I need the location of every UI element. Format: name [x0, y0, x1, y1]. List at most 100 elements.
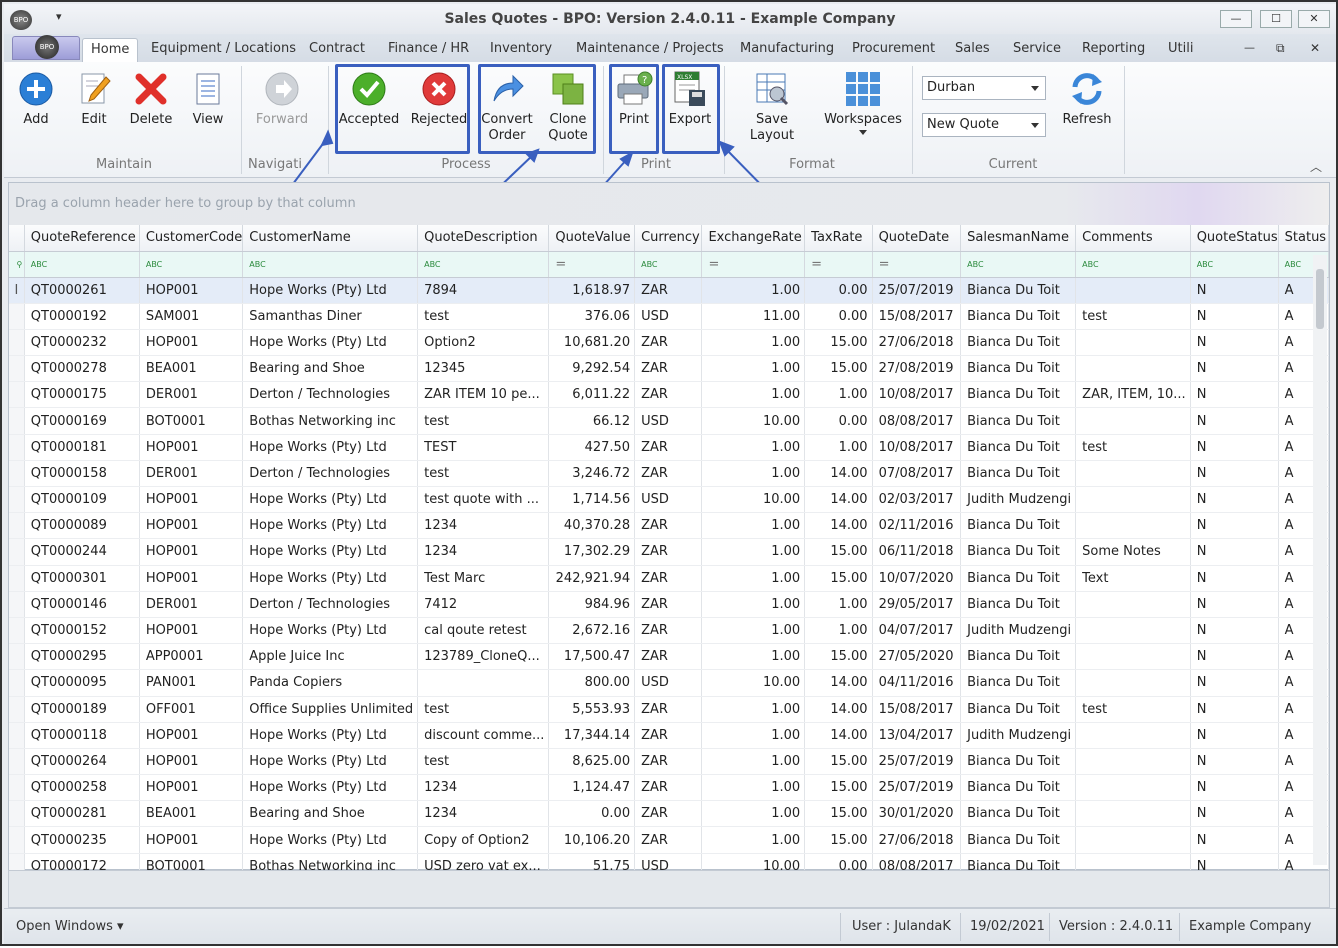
table-cell[interactable]: 3,246.72 — [548, 460, 636, 488]
table-cell[interactable]: 1.00 — [701, 800, 806, 828]
table-cell[interactable]: N — [1190, 460, 1279, 488]
table-cell[interactable]: QT0000158 — [24, 460, 140, 488]
table-cell[interactable]: 0.00 — [804, 303, 873, 330]
table-cell[interactable]: 9,292.54 — [548, 355, 636, 383]
table-cell[interactable]: 10.00 — [701, 669, 806, 697]
table-cell[interactable]: HOP001 — [139, 722, 244, 749]
table-row[interactable]: QT0000189 OFF001 Office Supplies Unlimited… — [9, 696, 1330, 723]
table-cell[interactable] — [1075, 748, 1191, 776]
table-row[interactable]: QT0000089 HOP001 Hope Works (Pty) Ltd 1234 4… — [9, 512, 1330, 540]
table-cell[interactable]: 1.00 — [701, 774, 806, 802]
row-indicator[interactable] — [9, 303, 25, 330]
table-cell[interactable]: Bianca Du Toit — [960, 696, 1077, 723]
table-cell[interactable]: 1.00 — [701, 512, 806, 540]
table-cell[interactable]: TEST — [417, 434, 550, 461]
table-cell[interactable]: QT0000189 — [24, 696, 140, 723]
table-row[interactable]: QT0000244 HOP001 Hope Works (Pty) Ltd 1234 1… — [9, 538, 1330, 566]
table-cell[interactable]: Bianca Du Toit — [960, 407, 1077, 435]
table-cell[interactable]: test — [1075, 434, 1191, 461]
table-cell[interactable]: 04/11/2016 — [872, 669, 962, 697]
table-cell[interactable]: 6,011.22 — [548, 381, 636, 409]
table-row[interactable]: QT0000301 HOP001 Hope Works (Pty) Ltd Test … — [9, 565, 1330, 592]
column-header[interactable]: QuoteValue — [548, 225, 636, 252]
column-header[interactable]: Comments — [1075, 225, 1191, 252]
row-indicator[interactable] — [9, 407, 25, 435]
filter-cell[interactable]: ABC — [24, 251, 140, 278]
save-layout-button[interactable]: Save Layout — [732, 70, 812, 144]
add-button[interactable]: Add — [14, 70, 58, 128]
table-cell[interactable]: ZAR — [634, 800, 703, 828]
table-cell[interactable]: Bianca Du Toit — [960, 512, 1077, 540]
table-cell[interactable]: Bianca Du Toit — [960, 303, 1077, 330]
table-cell[interactable]: N — [1190, 669, 1279, 697]
table-cell[interactable]: 27/06/2018 — [872, 826, 962, 854]
table-cell[interactable]: Office Supplies Unlimited — [242, 696, 419, 723]
scrollbar-thumb[interactable] — [1316, 269, 1324, 329]
table-cell[interactable]: 02/11/2016 — [872, 512, 962, 540]
table-cell[interactable]: N — [1190, 643, 1279, 671]
table-cell[interactable]: OFF001 — [139, 696, 244, 723]
table-cell[interactable]: 15.00 — [804, 800, 873, 828]
table-cell[interactable]: N — [1190, 826, 1279, 854]
table-cell[interactable]: 1234 — [417, 774, 550, 802]
vertical-scrollbar[interactable] — [1313, 255, 1327, 865]
table-cell[interactable]: ZAR — [634, 722, 703, 749]
table-row[interactable]: I QT0000261 HOP001 Hope Works (Pty) Ltd 7894… — [9, 277, 1330, 304]
table-cell[interactable]: ZAR — [634, 643, 703, 671]
table-cell[interactable]: APP0001 — [139, 643, 244, 671]
column-header[interactable]: Status — [1278, 225, 1330, 252]
table-cell[interactable]: 27/05/2020 — [872, 643, 962, 671]
table-cell[interactable]: N — [1190, 407, 1279, 435]
row-indicator[interactable] — [9, 617, 25, 645]
table-cell[interactable]: QT0000109 — [24, 486, 140, 514]
table-cell[interactable]: test — [417, 696, 550, 723]
table-cell[interactable]: PAN001 — [139, 669, 244, 697]
table-cell[interactable]: N — [1190, 722, 1279, 749]
table-cell[interactable]: BEA001 — [139, 355, 244, 383]
column-header[interactable]: SalesmanName — [960, 225, 1077, 252]
column-header[interactable]: Currency — [634, 225, 703, 252]
table-cell[interactable]: QT0000244 — [24, 538, 140, 566]
table-cell[interactable]: 12345 — [417, 355, 550, 383]
table-cell[interactable]: HOP001 — [139, 538, 244, 566]
table-cell[interactable]: 17,344.14 — [548, 722, 636, 749]
table-cell[interactable]: N — [1190, 617, 1279, 645]
table-cell[interactable] — [1075, 669, 1191, 697]
table-cell[interactable]: Text — [1075, 565, 1191, 592]
table-cell[interactable]: Hope Works (Pty) Ltd — [242, 748, 419, 776]
table-cell[interactable]: 27/08/2019 — [872, 355, 962, 383]
table-cell[interactable]: 1.00 — [701, 748, 806, 776]
table-cell[interactable]: 08/08/2017 — [872, 407, 962, 435]
tab-reporting[interactable]: Reporting — [1082, 41, 1145, 56]
table-cell[interactable]: ZAR — [634, 748, 703, 776]
table-cell[interactable]: 15/08/2017 — [872, 303, 962, 330]
table-cell[interactable]: 1.00 — [701, 277, 806, 304]
table-cell[interactable]: QT0000118 — [24, 722, 140, 749]
table-row[interactable]: QT0000169 BOT0001 Bothas Networking inc tes… — [9, 407, 1330, 435]
table-cell[interactable]: N — [1190, 748, 1279, 776]
table-cell[interactable]: QT0000235 — [24, 826, 140, 854]
table-row[interactable]: QT0000192 SAM001 Samanthas Diner test 376.06… — [9, 303, 1330, 330]
filter-cell[interactable]: ABC — [634, 251, 703, 278]
collapse-ribbon-icon[interactable]: ︿ — [1310, 158, 1322, 175]
table-cell[interactable]: 10/07/2020 — [872, 565, 962, 592]
table-row[interactable]: QT0000295 APP0001 Apple Juice Inc 123789_Cl… — [9, 643, 1330, 671]
table-cell[interactable]: test — [417, 460, 550, 488]
mdi-minimize-button[interactable]: — — [1244, 41, 1255, 54]
table-cell[interactable]: 1,714.56 — [548, 486, 636, 514]
table-cell[interactable]: HOP001 — [139, 748, 244, 776]
site-select[interactable]: Durban — [922, 76, 1046, 100]
tab-inventory[interactable]: Inventory — [490, 41, 552, 56]
table-cell[interactable]: 1.00 — [701, 591, 806, 618]
table-cell[interactable]: 17,302.29 — [548, 538, 636, 566]
table-cell[interactable]: N — [1190, 355, 1279, 383]
table-cell[interactable]: Bianca Du Toit — [960, 748, 1077, 776]
table-cell[interactable]: 15/08/2017 — [872, 696, 962, 723]
table-cell[interactable]: Hope Works (Pty) Ltd — [242, 722, 419, 749]
table-cell[interactable]: BOT0001 — [139, 407, 244, 435]
filter-cell[interactable]: = — [701, 251, 806, 278]
table-cell[interactable]: 123789_CloneQ... — [417, 643, 550, 671]
minimize-button[interactable]: — — [1220, 10, 1252, 28]
table-cell[interactable]: QT0000264 — [24, 748, 140, 776]
table-cell[interactable]: 7894 — [417, 277, 550, 304]
